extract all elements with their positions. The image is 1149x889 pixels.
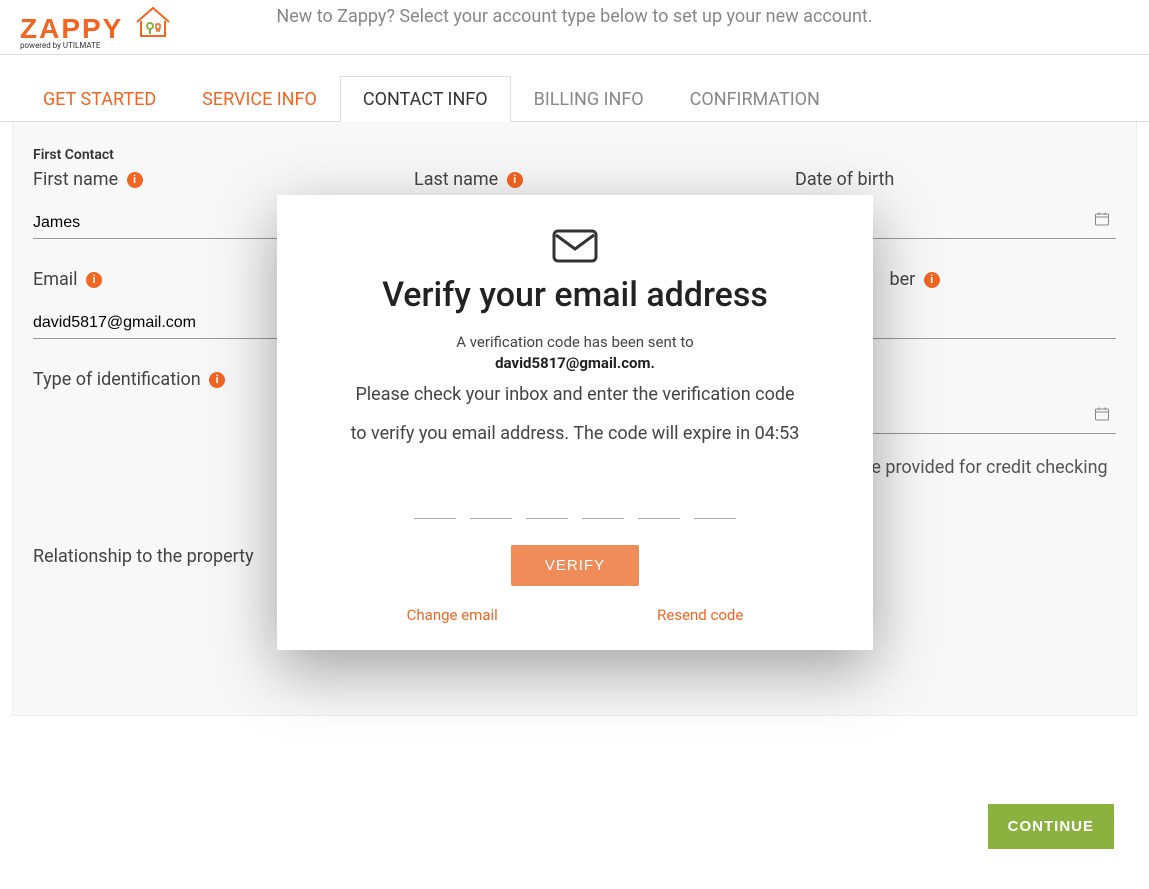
modal-email: david5817@gmail.com (495, 354, 650, 372)
tab-billing-info[interactable]: BILLING INFO (511, 76, 667, 122)
continue-button[interactable]: CONTINUE (988, 804, 1114, 849)
tab-contact-info[interactable]: CONTACT INFO (340, 76, 511, 122)
app-header: ZAPPY powered by UTILMATE New to Zappy? … (0, 0, 1149, 55)
first-name-label-text: First name (33, 169, 118, 190)
code-digit-4[interactable] (582, 489, 624, 519)
modal-sent-line: A verification code has been sent to (327, 333, 823, 351)
verify-email-modal: Verify your email address A verification… (277, 195, 873, 650)
envelope-icon (327, 225, 823, 269)
modal-instruction-2: to verify you email address. The code wi… (327, 419, 823, 450)
last-name-label: Last name i (414, 169, 735, 190)
relationship-label: Relationship to the property (33, 546, 254, 567)
info-icon[interactable]: i (507, 172, 523, 188)
code-digit-1[interactable] (414, 489, 456, 519)
section-title: First Contact (33, 147, 1116, 163)
first-name-label: First name i (33, 169, 354, 190)
code-digit-5[interactable] (638, 489, 680, 519)
dob-label-text: Date of birth (795, 169, 894, 190)
countdown-timer: 04:53 (755, 423, 800, 444)
modal-instruction-2-prefix: to verify you email address. The code wi… (351, 423, 755, 444)
info-icon[interactable]: i (209, 372, 225, 388)
info-icon[interactable]: i (924, 272, 940, 288)
code-digit-2[interactable] (470, 489, 512, 519)
dob-label: Date of birth (795, 169, 1116, 190)
last-name-label-text: Last name (414, 169, 498, 190)
info-icon[interactable]: i (127, 172, 143, 188)
code-input-group (327, 489, 823, 519)
change-email-link[interactable]: Change email (407, 606, 498, 624)
wizard-tabs: GET STARTED SERVICE INFO CONTACT INFO BI… (0, 55, 1149, 122)
code-digit-3[interactable] (526, 489, 568, 519)
tab-service-info[interactable]: SERVICE INFO (179, 76, 340, 122)
code-digit-6[interactable] (694, 489, 736, 519)
calendar-icon[interactable] (1094, 211, 1110, 231)
brand-tagline: powered by UTILMATE (20, 41, 173, 50)
modal-title: Verify your email address (327, 275, 823, 315)
tab-confirmation[interactable]: CONFIRMATION (667, 76, 843, 122)
resend-code-link[interactable]: Resend code (657, 606, 743, 624)
email-label-text: Email (33, 269, 78, 290)
modal-email-period: . (651, 354, 655, 372)
info-icon[interactable]: i (86, 272, 102, 288)
modal-instruction-1: Please check your inbox and enter the ve… (327, 380, 823, 411)
mobile-label-suffix: ber (890, 269, 916, 290)
intro-text: New to Zappy? Select your account type b… (0, 6, 1149, 27)
tab-get-started[interactable]: GET STARTED (20, 76, 179, 122)
id-type-label-text: Type of identification (33, 369, 201, 390)
verify-button[interactable]: VERIFY (511, 545, 639, 586)
calendar-icon[interactable] (1094, 406, 1110, 426)
